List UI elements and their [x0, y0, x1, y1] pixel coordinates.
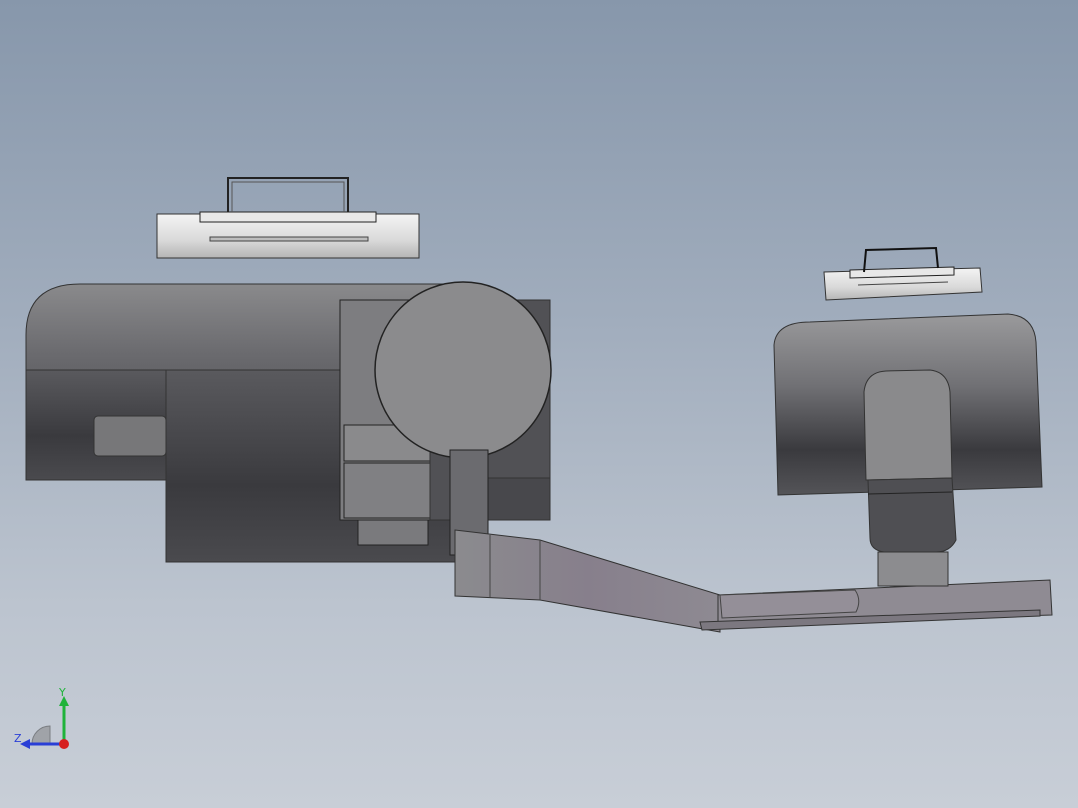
right-handle-part[interactable]: [823, 246, 983, 301]
linkage-arm[interactable]: [454, 529, 1053, 633]
z-axis-label: Z: [14, 732, 22, 745]
right-seat-part[interactable]: [773, 313, 1043, 587]
coordinate-triad: Y Z: [14, 686, 69, 749]
y-axis-label: Y: [58, 686, 66, 699]
3d-model-view[interactable]: [0, 0, 1078, 808]
triad-plane-icon: [31, 725, 51, 745]
graphics-viewport[interactable]: Y Z: [0, 0, 1078, 808]
left-handle-part[interactable]: [156, 177, 420, 259]
x-axis-dot: [59, 739, 69, 749]
